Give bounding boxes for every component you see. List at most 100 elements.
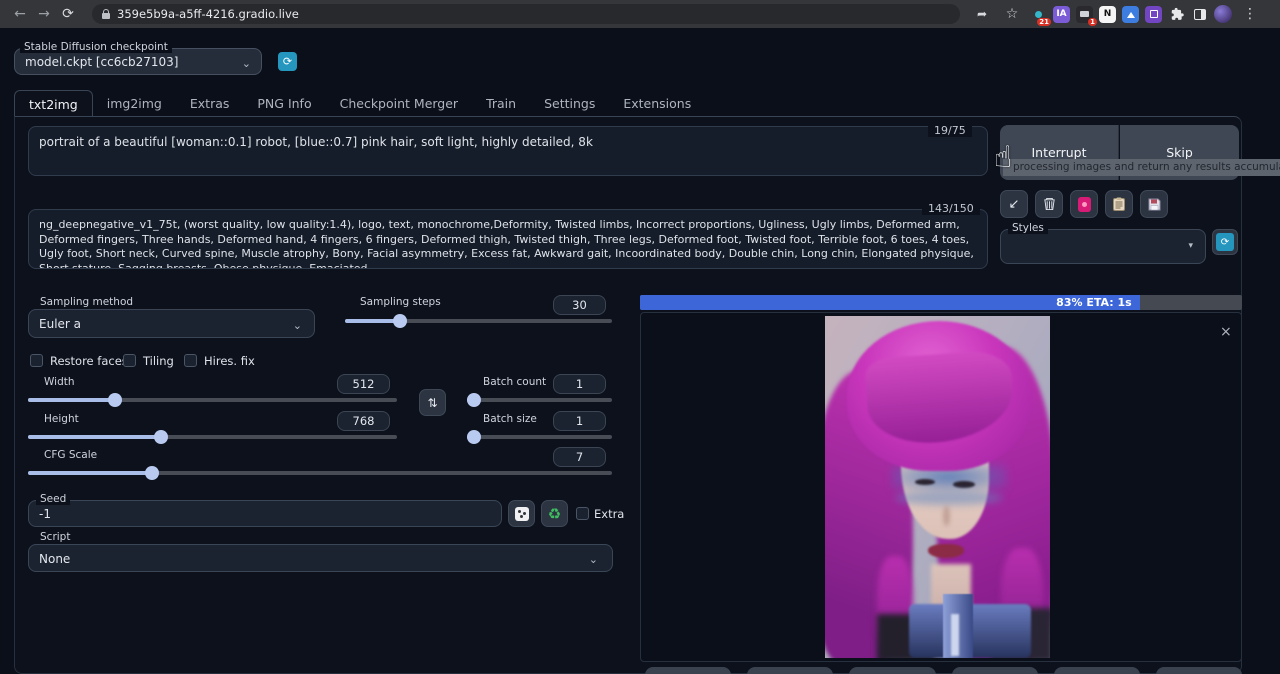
close-icon[interactable]: × bbox=[1220, 324, 1232, 340]
random-seed-button[interactable] bbox=[508, 500, 535, 527]
makeup-art bbox=[895, 491, 1003, 505]
sampling-steps-slider[interactable] bbox=[345, 319, 612, 323]
width-value[interactable]: 512 bbox=[337, 374, 390, 394]
slider-handle[interactable] bbox=[145, 466, 159, 480]
apply-style-button[interactable] bbox=[1105, 190, 1133, 218]
output-action-button[interactable] bbox=[952, 667, 1038, 674]
height-value[interactable]: 768 bbox=[337, 411, 390, 431]
checkpoint-refresh-button[interactable]: ⟳ bbox=[278, 52, 297, 71]
reuse-seed-button[interactable]: ♻ bbox=[541, 500, 568, 527]
tiling-checkbox[interactable] bbox=[123, 354, 136, 367]
prompt-textarea[interactable]: portrait of a beautiful [woman::0.1] rob… bbox=[28, 126, 988, 176]
height-label: Height bbox=[40, 413, 83, 425]
chevron-down-icon: ▾ bbox=[1188, 241, 1193, 251]
photos-extension-icon[interactable] bbox=[1122, 6, 1139, 23]
notion-extension-icon[interactable]: N bbox=[1099, 6, 1116, 23]
output-action-buttons bbox=[645, 667, 1242, 674]
tab-settings[interactable]: Settings bbox=[530, 90, 609, 117]
dice-icon bbox=[515, 507, 529, 521]
extra-seed-label: Extra bbox=[594, 507, 624, 521]
address-bar[interactable]: 359e5b9a-a5ff-4216.gradio.live bbox=[92, 4, 960, 24]
negative-prompt-token-counter: 143/150 bbox=[922, 202, 980, 215]
width-slider[interactable] bbox=[28, 398, 397, 402]
share-icon[interactable]: ➦ bbox=[970, 2, 994, 26]
styles-refresh-button[interactable]: ⟳ bbox=[1212, 229, 1238, 255]
height-slider[interactable] bbox=[28, 435, 397, 439]
batch-count-slider[interactable] bbox=[467, 398, 612, 402]
batch-count-value[interactable]: 1 bbox=[553, 374, 606, 394]
tab-train[interactable]: Train bbox=[472, 90, 530, 117]
menu-dots-icon[interactable]: ⋮ bbox=[1238, 2, 1262, 26]
tab-img2img[interactable]: img2img bbox=[93, 90, 176, 117]
slider-handle[interactable] bbox=[108, 393, 122, 407]
lips-art bbox=[928, 544, 964, 558]
tab-png-info[interactable]: PNG Info bbox=[243, 90, 325, 117]
output-action-button[interactable] bbox=[1156, 667, 1242, 674]
paste-params-button[interactable]: ↙ bbox=[1000, 190, 1028, 218]
seed-input[interactable]: -1 bbox=[28, 500, 502, 527]
styles-dropdown[interactable]: ▾ bbox=[1000, 229, 1206, 264]
nose-art bbox=[943, 506, 950, 526]
capture-extension-icon[interactable]: 1 bbox=[1076, 6, 1093, 23]
output-action-button[interactable] bbox=[849, 667, 935, 674]
batch-count-label: Batch count bbox=[479, 376, 550, 388]
batch-size-label: Batch size bbox=[479, 413, 541, 425]
tab-txt2img[interactable]: txt2img bbox=[14, 90, 93, 117]
extra-networks-button[interactable] bbox=[1070, 190, 1098, 218]
sampling-method-value: Euler a bbox=[39, 317, 81, 331]
tab-extras[interactable]: Extras bbox=[176, 90, 244, 117]
slider-handle[interactable] bbox=[154, 430, 168, 444]
sampling-method-dropdown[interactable]: Euler a ⌄ bbox=[28, 309, 315, 338]
clear-prompt-button[interactable] bbox=[1035, 190, 1063, 218]
output-action-button[interactable] bbox=[645, 667, 731, 674]
chevron-down-icon: ⌄ bbox=[293, 319, 302, 332]
sidebar-toggle-icon[interactable] bbox=[1191, 6, 1208, 23]
cfg-scale-value[interactable]: 7 bbox=[553, 447, 606, 467]
extensions-puzzle-icon[interactable] bbox=[1168, 6, 1185, 23]
onenote-extension-icon[interactable] bbox=[1145, 6, 1162, 23]
forward-icon[interactable]: → bbox=[32, 2, 56, 26]
save-style-button[interactable] bbox=[1140, 190, 1168, 218]
extra-seed-checkbox[interactable] bbox=[576, 507, 589, 520]
batch-size-slider[interactable] bbox=[467, 435, 612, 439]
ia-extension-icon[interactable]: IA bbox=[1053, 6, 1070, 23]
script-dropdown[interactable]: None ⌄ bbox=[28, 544, 613, 572]
trash-icon bbox=[1043, 197, 1056, 211]
url-text[interactable]: 359e5b9a-a5ff-4216.gradio.live bbox=[117, 7, 299, 21]
generated-image[interactable] bbox=[825, 316, 1050, 658]
profile-avatar[interactable] bbox=[1214, 5, 1232, 23]
bookmark-star-icon[interactable]: ☆ bbox=[1000, 2, 1024, 26]
paste-arrow-icon: ↙ bbox=[1009, 197, 1020, 212]
cfg-scale-slider[interactable] bbox=[28, 471, 612, 475]
reload-icon[interactable]: ⟳ bbox=[56, 2, 80, 26]
slider-handle[interactable] bbox=[393, 314, 407, 328]
sampling-steps-value[interactable]: 30 bbox=[553, 295, 606, 315]
output-action-button[interactable] bbox=[747, 667, 833, 674]
tiling-label: Tiling bbox=[143, 354, 174, 368]
script-value: None bbox=[39, 552, 70, 566]
chevron-down-icon: ⌄ bbox=[589, 553, 598, 566]
browser-toolbar: ← → ⟳ 359e5b9a-a5ff-4216.gradio.live ➦ ☆… bbox=[0, 0, 1280, 28]
output-action-button[interactable] bbox=[1054, 667, 1140, 674]
hires-fix-label: Hires. fix bbox=[204, 354, 255, 368]
chevron-down-icon: ⌄ bbox=[242, 57, 251, 70]
negative-prompt-textarea[interactable]: ng_deepnegative_v1_75t, (worst quality, … bbox=[28, 209, 988, 269]
generation-progress-bar: 83% ETA: 1s bbox=[640, 295, 1242, 310]
main-tabs: txt2img img2img Extras PNG Info Checkpoi… bbox=[14, 90, 705, 117]
cfg-scale-label: CFG Scale bbox=[40, 449, 101, 461]
restore-faces-checkbox[interactable] bbox=[30, 354, 43, 367]
lock-icon bbox=[102, 13, 110, 19]
pin-extension-icon[interactable]: 21 bbox=[1030, 6, 1047, 23]
checkpoint-value: model.ckpt [cc6cb27103] bbox=[25, 55, 178, 69]
mouse-cursor: ☝ bbox=[994, 140, 1012, 175]
tab-checkpoint-merger[interactable]: Checkpoint Merger bbox=[326, 90, 472, 117]
swap-dimensions-button[interactable]: ⇅ bbox=[419, 389, 446, 416]
tab-extensions[interactable]: Extensions bbox=[609, 90, 705, 117]
batch-size-value[interactable]: 1 bbox=[553, 411, 606, 431]
progress-fill: 83% ETA: 1s bbox=[640, 295, 1140, 310]
robot-collar-art bbox=[951, 614, 959, 656]
hires-fix-checkbox[interactable] bbox=[184, 354, 197, 367]
prompt-token-counter: 19/75 bbox=[928, 124, 972, 137]
back-icon[interactable]: ← bbox=[8, 2, 32, 26]
recycle-icon: ♻ bbox=[548, 505, 561, 523]
